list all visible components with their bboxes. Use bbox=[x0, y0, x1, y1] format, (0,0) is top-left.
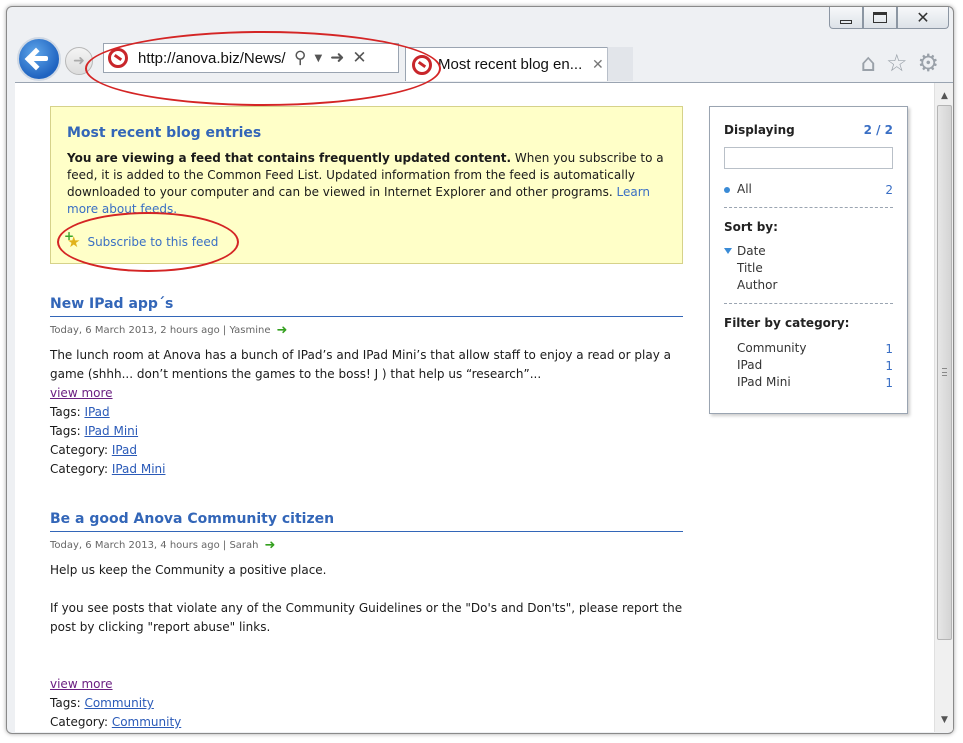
category-count: 1 bbox=[885, 341, 893, 356]
tag-link[interactable]: IPad Mini bbox=[84, 424, 138, 438]
post-meta-text: Today, 6 March 2013, 2 hours ago | Yasmi… bbox=[50, 325, 271, 336]
back-button[interactable] bbox=[17, 37, 61, 81]
blog-post: Be a good Anova Community citizen Today,… bbox=[50, 511, 683, 732]
category-line: Category: IPad Mini bbox=[50, 460, 683, 479]
category-count: 1 bbox=[885, 375, 893, 390]
post-body: Help us keep the Community a positive pl… bbox=[50, 563, 327, 577]
category-link[interactable]: IPad Mini bbox=[112, 462, 166, 476]
sort-descending-icon bbox=[724, 248, 732, 254]
divider bbox=[724, 207, 893, 208]
sort-option-label: Date bbox=[737, 244, 766, 258]
new-tab-button[interactable] bbox=[607, 47, 633, 81]
settings-gear-icon[interactable]: ⚙ bbox=[917, 49, 939, 77]
highlight-ellipse-address bbox=[85, 31, 441, 106]
tag-label: Tags: bbox=[50, 424, 81, 438]
back-arrow-icon bbox=[28, 50, 50, 68]
go-arrow-icon[interactable]: ➜ bbox=[265, 538, 276, 553]
sort-option-author[interactable]: Author bbox=[724, 277, 893, 294]
sort-option-date[interactable]: Date bbox=[724, 243, 893, 260]
go-arrow-icon[interactable]: ➜ bbox=[277, 323, 288, 338]
post-body: The lunch room at Anova has a bunch of I… bbox=[50, 348, 671, 381]
category-filter-item[interactable]: IPad 1 bbox=[724, 357, 893, 374]
category-filter-item[interactable]: IPad Mini 1 bbox=[724, 374, 893, 391]
feed-heading: Most recent blog entries bbox=[67, 125, 262, 141]
category-link[interactable]: IPad bbox=[112, 443, 137, 457]
tag-link[interactable]: Community bbox=[84, 696, 153, 710]
window-caption-buttons: ✕ bbox=[829, 7, 949, 29]
minimize-button[interactable] bbox=[829, 7, 863, 29]
post-meta: Today, 6 March 2013, 2 hours ago | Yasmi… bbox=[50, 323, 683, 338]
post-meta-text: Today, 6 March 2013, 4 hours ago | Sarah bbox=[50, 540, 259, 551]
browser-toolbar: ⌂ ☆ ⚙ bbox=[861, 49, 939, 77]
feed-notice: You are viewing a feed that contains fre… bbox=[67, 150, 666, 218]
grip-icon bbox=[942, 368, 947, 376]
post-title[interactable]: New IPad app´s bbox=[50, 296, 683, 317]
sort-heading: Sort by: bbox=[724, 220, 778, 234]
filter-heading: Filter by category: bbox=[724, 316, 850, 330]
tag-label: Tags: bbox=[50, 405, 81, 419]
category-filter-item[interactable]: Community 1 bbox=[724, 340, 893, 357]
filter-all-count: 2 bbox=[885, 182, 893, 197]
tab-close-icon[interactable]: ✕ bbox=[592, 57, 604, 73]
filter-all[interactable]: All 2 bbox=[724, 181, 893, 198]
category-line: Category: IPad bbox=[50, 441, 683, 460]
category-label: Category: bbox=[50, 462, 108, 476]
post-title[interactable]: Be a good Anova Community citizen bbox=[50, 511, 683, 532]
category-line: Category: Community bbox=[50, 713, 683, 732]
category-label: Category: bbox=[50, 443, 108, 457]
sort-option-title[interactable]: Title bbox=[724, 260, 893, 277]
displaying-count: 2 / 2 bbox=[863, 123, 893, 137]
post-meta: Today, 6 March 2013, 4 hours ago | Sarah… bbox=[50, 538, 683, 553]
minimize-icon bbox=[840, 19, 852, 24]
tag-line: Tags: Community bbox=[50, 694, 683, 713]
close-window-button[interactable]: ✕ bbox=[897, 7, 949, 29]
category-name: IPad Mini bbox=[737, 375, 791, 389]
home-icon[interactable]: ⌂ bbox=[861, 49, 876, 77]
vertical-scrollbar[interactable]: ▲ ▼ bbox=[934, 83, 953, 732]
blog-post: New IPad app´s Today, 6 March 2013, 2 ho… bbox=[50, 296, 683, 479]
highlight-ellipse-subscribe bbox=[57, 212, 239, 272]
maximize-icon bbox=[873, 12, 887, 23]
view-more-link[interactable]: view more bbox=[50, 386, 113, 400]
scroll-up-arrow-icon[interactable]: ▲ bbox=[939, 91, 950, 101]
page-viewport: Most recent blog entries You are viewing… bbox=[15, 82, 953, 732]
view-more-link[interactable]: view more bbox=[50, 677, 113, 691]
scrollbar-thumb[interactable] bbox=[937, 105, 952, 640]
forward-arrow-icon: ➜ bbox=[73, 53, 85, 69]
tab-title: Most recent blog en... bbox=[438, 56, 583, 73]
maximize-button[interactable] bbox=[863, 7, 897, 29]
tag-line: Tags: IPad Mini bbox=[50, 422, 683, 441]
favorites-star-icon[interactable]: ☆ bbox=[886, 49, 908, 77]
category-label: Category: bbox=[50, 715, 108, 729]
divider bbox=[724, 303, 893, 304]
tag-link[interactable]: IPad bbox=[84, 405, 109, 419]
scroll-down-arrow-icon[interactable]: ▼ bbox=[939, 715, 950, 725]
filter-all-label: All bbox=[737, 182, 752, 196]
tag-label: Tags: bbox=[50, 696, 81, 710]
category-name: Community bbox=[737, 341, 807, 355]
category-count: 1 bbox=[885, 358, 893, 373]
feed-sidebar: Displaying 2 / 2 All 2 Sort by: Date Tit… bbox=[709, 106, 908, 414]
selected-dot-icon bbox=[724, 187, 730, 193]
displaying-label: Displaying bbox=[724, 123, 795, 137]
tag-line: Tags: IPad bbox=[50, 403, 683, 422]
filter-search-input[interactable] bbox=[724, 147, 893, 169]
browser-window: ✕ ➜ http://anova.biz/News/ ⚲ ▼ ➜ ✕ Most … bbox=[6, 6, 954, 734]
feed-notice-bold: You are viewing a feed that contains fre… bbox=[67, 151, 512, 165]
post-body-paragraph: If you see posts that violate any of the… bbox=[50, 601, 683, 634]
category-name: IPad bbox=[737, 358, 763, 372]
category-link[interactable]: Community bbox=[112, 715, 181, 729]
